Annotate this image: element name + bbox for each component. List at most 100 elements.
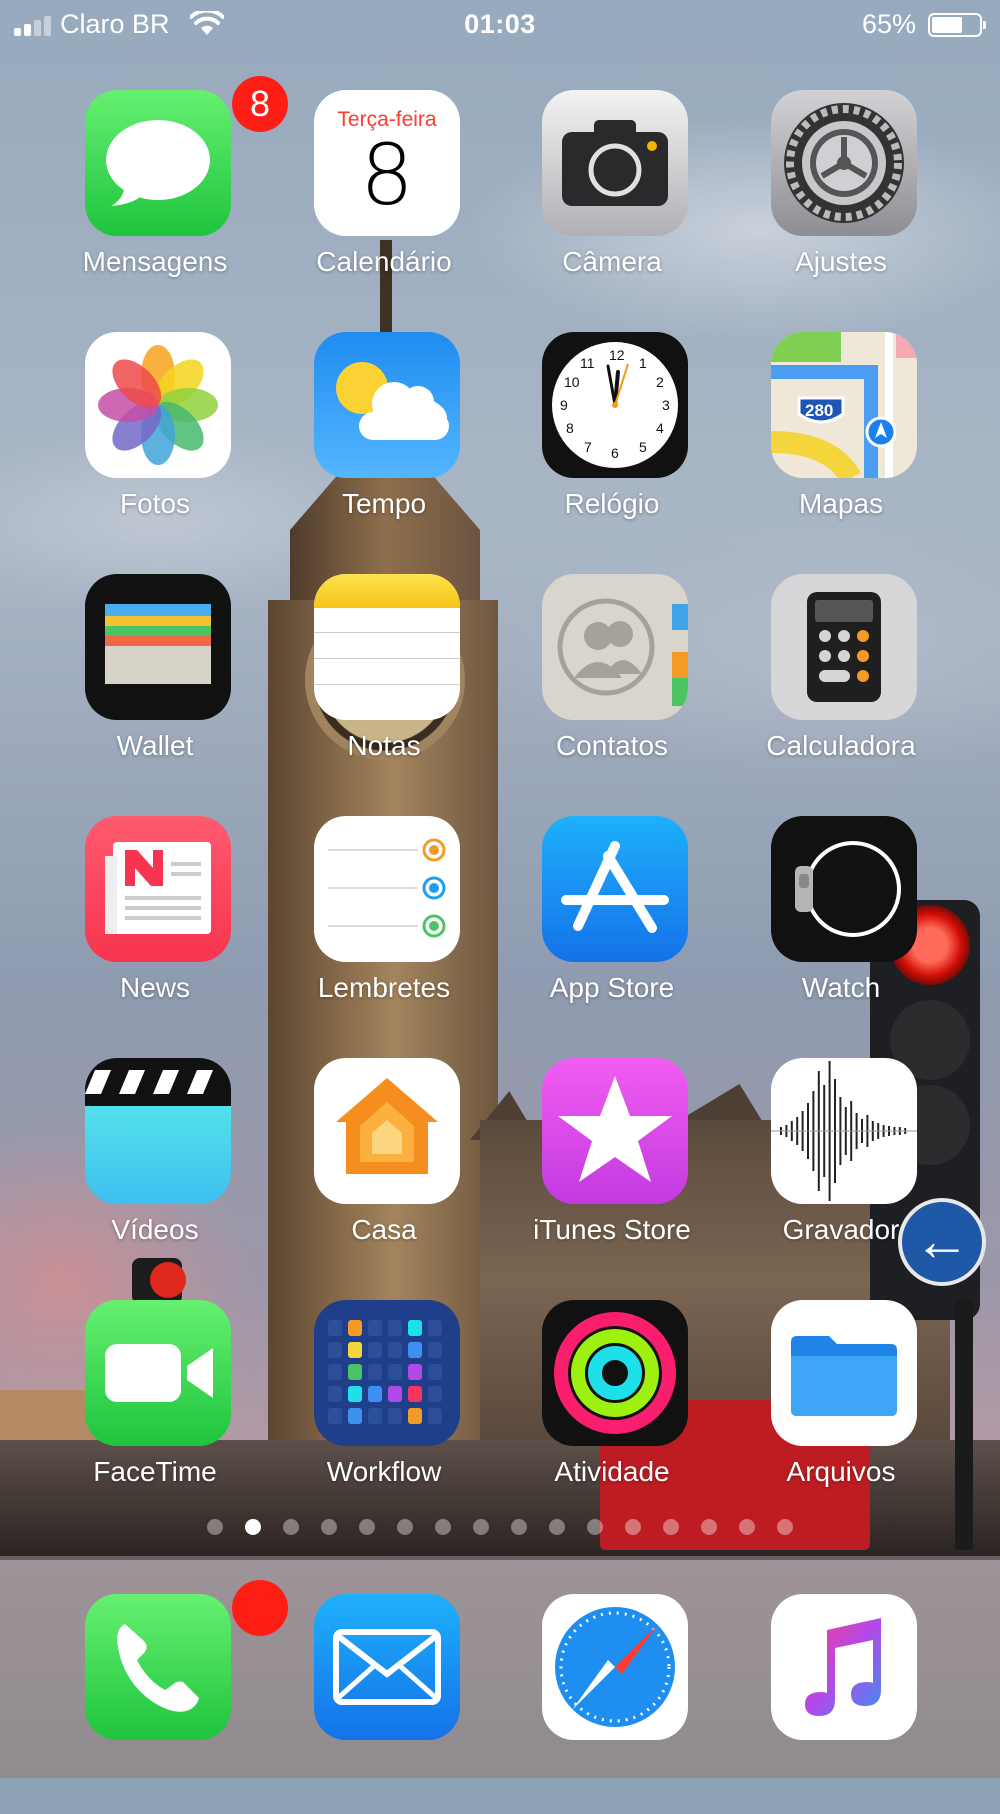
app-workflow[interactable]: Workflow [289,1300,469,1520]
svg-text:12: 12 [609,347,625,363]
app-label: Atividade [554,1456,670,1487]
facetime-icon [85,1300,231,1446]
page-dot[interactable] [473,1519,489,1535]
app-label: Notas [347,730,421,761]
page-dot[interactable] [739,1519,755,1535]
app-label: Relógio [564,488,660,519]
app-notas[interactable]: Notas [289,574,469,794]
app-tempo[interactable]: Tempo [289,332,469,552]
news-icon [85,816,231,962]
page-dot[interactable] [549,1519,565,1535]
app-label: Mapas [798,488,884,519]
app-label: Workflow [326,1456,442,1487]
app-news[interactable]: News [60,816,240,1036]
app-mapas[interactable]: 280 Mapas [746,332,926,552]
app-facetime[interactable]: FaceTime [60,1300,240,1520]
messages-icon [85,90,231,236]
page-dot[interactable] [397,1519,413,1535]
page-dot[interactable] [587,1519,603,1535]
notification-badge [232,1580,288,1636]
app-arquivos[interactable]: Arquivos [746,1300,926,1520]
app-watch[interactable]: Watch [746,816,926,1036]
app-videos[interactable]: Vídeos [60,1058,240,1278]
wallet-icon [85,574,231,720]
watch-icon [771,816,917,962]
app-fotos[interactable]: Fotos [60,332,240,552]
phone-icon [85,1594,231,1740]
calendar-day: 8 [360,126,414,224]
dock-app-mail[interactable] [289,1594,469,1814]
app-wallet[interactable]: Wallet [60,574,240,794]
app-itunes-store[interactable]: iTunes Store [517,1058,697,1278]
app-atividade[interactable]: Atividade [517,1300,697,1520]
activity-rings-icon [542,1300,688,1446]
home-icon [314,1058,460,1204]
svg-text:4: 4 [656,420,664,436]
app-casa[interactable]: Casa [289,1058,469,1278]
app-label: Calendário [316,246,452,277]
svg-text:2: 2 [656,374,664,390]
workflow-icon [314,1300,460,1446]
app-contatos[interactable]: Contatos [517,574,697,794]
dock-app-music[interactable] [746,1594,926,1814]
music-note-icon [771,1594,917,1740]
app-label: News [119,972,190,1003]
app-store-icon [542,816,688,962]
dock-app-phone[interactable] [60,1580,288,1814]
safari-compass-icon [542,1594,688,1740]
app-label: FaceTime [93,1456,217,1487]
svg-text:9: 9 [560,397,568,413]
app-label: Câmera [562,246,662,277]
svg-text:11: 11 [580,355,595,371]
page-dot[interactable] [777,1519,793,1535]
app-label: Mensagens [82,246,228,277]
weather-icon [314,332,460,478]
page-dot[interactable] [245,1519,261,1535]
page-dot[interactable] [283,1519,299,1535]
app-label: App Store [549,972,675,1003]
home-screen-grid: 8 Mensagens Terça-feira 8 Calendário Câm… [0,0,1000,1500]
app-ajustes[interactable]: Ajustes [746,90,926,310]
reminders-icon [314,816,460,962]
files-folder-icon [771,1300,917,1446]
app-gravador[interactable]: Gravador [746,1058,926,1278]
settings-gear-icon [771,90,917,236]
app-relogio[interactable]: 12 1 2 3 45 6 7 8 9 10 11 Relógio [517,332,697,552]
app-label: Gravador [782,1214,900,1245]
app-lembretes[interactable]: Lembretes [289,816,469,1036]
notification-badge: 8 [232,76,288,132]
app-label: Casa [351,1214,417,1245]
page-dot[interactable] [701,1519,717,1535]
app-calendario[interactable]: Terça-feira 8 Calendário [289,90,469,310]
app-mensagens[interactable]: 8 Mensagens [60,76,288,310]
contacts-icon [542,574,688,720]
page-dot[interactable] [207,1519,223,1535]
itunes-star-icon [542,1058,688,1204]
app-label: iTunes Store [533,1214,691,1245]
svg-text:6: 6 [611,445,619,461]
app-app-store[interactable]: App Store [517,816,697,1036]
dock [0,1556,1000,1778]
photos-icon [85,332,231,478]
voice-memos-icon [771,1058,917,1204]
maps-icon: 280 [771,332,917,478]
page-dot[interactable] [435,1519,451,1535]
calendar-icon: Terça-feira 8 [314,90,460,236]
page-dot[interactable] [359,1519,375,1535]
app-calculadora[interactable]: Calculadora [746,574,926,794]
dock-app-safari[interactable] [517,1594,697,1814]
app-label: Wallet [116,730,194,761]
app-camera[interactable]: Câmera [517,90,697,310]
svg-text:3: 3 [662,397,670,413]
maps-shield-text: 280 [805,401,833,420]
app-label: Lembretes [317,972,451,1003]
page-indicator[interactable] [0,1519,1000,1535]
page-dot[interactable] [321,1519,337,1535]
mail-icon [314,1594,460,1740]
page-dot[interactable] [663,1519,679,1535]
clock-icon: 12 1 2 3 45 6 7 8 9 10 11 [542,332,688,478]
page-dot[interactable] [511,1519,527,1535]
app-label: Fotos [119,488,191,519]
app-label: Watch [801,972,881,1003]
page-dot[interactable] [625,1519,641,1535]
